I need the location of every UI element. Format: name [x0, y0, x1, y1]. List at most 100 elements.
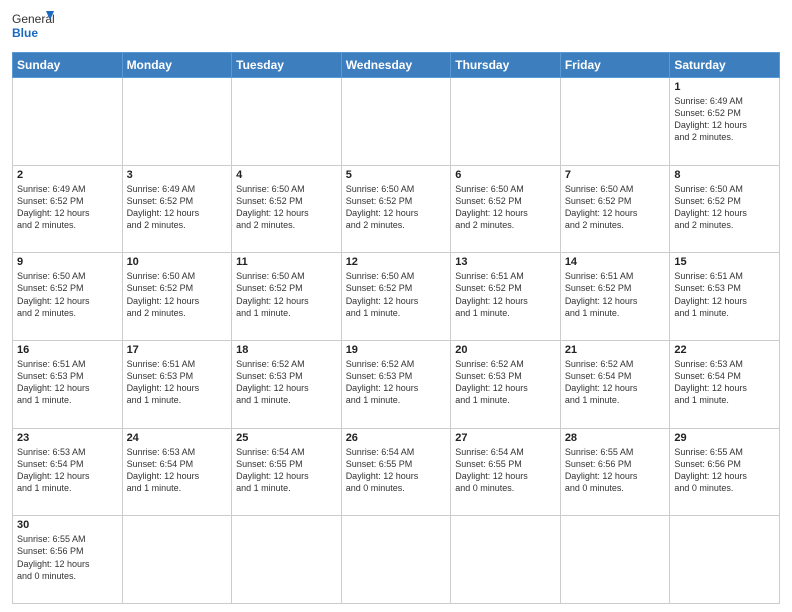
day-number: 12: [346, 256, 447, 268]
calendar-cell: 14 Sunrise: 6:51 AM Sunset: 6:52 PM Dayli…: [560, 253, 670, 341]
day-info: Sunrise: 6:52 AM Sunset: 6:53 PM Dayligh…: [346, 358, 447, 407]
calendar-cell: 6Sunrise: 6:50 AM Sunset: 6:52 PM Daylig…: [451, 165, 561, 253]
day-number: 24: [127, 432, 228, 444]
day-info: Sunrise: 6:50 AM Sunset: 6:52 PM Dayligh…: [127, 270, 228, 319]
day-number: 4: [236, 169, 337, 181]
day-info: Sunrise: 6:55 AM Sunset: 6:56 PM Dayligh…: [565, 446, 666, 495]
weekday-header-row: SundayMondayTuesdayWednesdayThursdayFrid…: [13, 53, 780, 78]
calendar-cell: [560, 516, 670, 604]
calendar-cell: 12 Sunrise: 6:50 AM Sunset: 6:52 PM Dayli…: [341, 253, 451, 341]
calendar-table: SundayMondayTuesdayWednesdayThursdayFrid…: [12, 52, 780, 604]
calendar-cell: 15Sunrise: 6:51 AM Sunset: 6:53 PM Dayli…: [670, 253, 780, 341]
calendar-week-1: 1 Sunrise: 6:49 AM Sunset: 6:52 PM Daylig…: [13, 78, 780, 166]
calendar-cell: [670, 516, 780, 604]
day-info: Sunrise: 6:49 AM Sunset: 6:52 PM Dayligh…: [674, 95, 775, 144]
calendar-cell: 17 Sunrise: 6:51 AM Sunset: 6:53 PM Dayli…: [122, 340, 232, 428]
calendar-cell: 23Sunrise: 6:53 AM Sunset: 6:54 PM Dayli…: [13, 428, 123, 516]
day-info: Sunrise: 6:51 AM Sunset: 6:52 PM Dayligh…: [565, 270, 666, 319]
day-info: Sunrise: 6:50 AM Sunset: 6:52 PM Dayligh…: [236, 183, 337, 232]
calendar-cell: 16Sunrise: 6:51 AM Sunset: 6:53 PM Dayli…: [13, 340, 123, 428]
calendar-cell: 20Sunrise: 6:52 AM Sunset: 6:53 PM Dayli…: [451, 340, 561, 428]
generalblue-logo-icon: General Blue: [12, 10, 54, 44]
calendar-cell: 26 Sunrise: 6:54 AM Sunset: 6:55 PM Dayli…: [341, 428, 451, 516]
day-number: 30: [17, 519, 118, 531]
calendar-cell: 9 Sunrise: 6:50 AM Sunset: 6:52 PM Daylig…: [13, 253, 123, 341]
day-number: 17: [127, 344, 228, 356]
calendar-cell: 21Sunrise: 6:52 AM Sunset: 6:54 PM Dayli…: [560, 340, 670, 428]
calendar-cell: 30 Sunrise: 6:55 AM Sunset: 6:56 PM Dayli…: [13, 516, 123, 604]
day-number: 2: [17, 169, 118, 181]
day-info: Sunrise: 6:49 AM Sunset: 6:52 PM Dayligh…: [17, 183, 118, 232]
calendar-cell: [451, 516, 561, 604]
day-number: 6: [455, 169, 556, 181]
day-number: 27: [455, 432, 556, 444]
calendar-cell: 18 Sunrise: 6:52 AM Sunset: 6:53 PM Dayli…: [232, 340, 342, 428]
calendar-cell: [232, 78, 342, 166]
day-info: Sunrise: 6:52 AM Sunset: 6:53 PM Dayligh…: [236, 358, 337, 407]
day-number: 5: [346, 169, 447, 181]
day-info: Sunrise: 6:53 AM Sunset: 6:54 PM Dayligh…: [127, 446, 228, 495]
calendar-cell: 25Sunrise: 6:54 AM Sunset: 6:55 PM Dayli…: [232, 428, 342, 516]
day-info: Sunrise: 6:50 AM Sunset: 6:52 PM Dayligh…: [565, 183, 666, 232]
day-number: 13: [455, 256, 556, 268]
calendar-cell: 28 Sunrise: 6:55 AM Sunset: 6:56 PM Dayli…: [560, 428, 670, 516]
header: General Blue: [12, 10, 780, 44]
day-info: Sunrise: 6:51 AM Sunset: 6:53 PM Dayligh…: [127, 358, 228, 407]
day-info: Sunrise: 6:54 AM Sunset: 6:55 PM Dayligh…: [236, 446, 337, 495]
day-number: 19: [346, 344, 447, 356]
day-info: Sunrise: 6:51 AM Sunset: 6:52 PM Dayligh…: [455, 270, 556, 319]
day-info: Sunrise: 6:53 AM Sunset: 6:54 PM Dayligh…: [674, 358, 775, 407]
day-number: 8: [674, 169, 775, 181]
day-number: 16: [17, 344, 118, 356]
calendar-cell: 22Sunrise: 6:53 AM Sunset: 6:54 PM Dayli…: [670, 340, 780, 428]
weekday-sunday: Sunday: [13, 53, 123, 78]
day-number: 7: [565, 169, 666, 181]
weekday-tuesday: Tuesday: [232, 53, 342, 78]
day-info: Sunrise: 6:54 AM Sunset: 6:55 PM Dayligh…: [346, 446, 447, 495]
calendar-cell: 7 Sunrise: 6:50 AM Sunset: 6:52 PM Daylig…: [560, 165, 670, 253]
calendar-cell: 29 Sunrise: 6:55 AM Sunset: 6:56 PM Dayli…: [670, 428, 780, 516]
calendar-cell: 19 Sunrise: 6:52 AM Sunset: 6:53 PM Dayli…: [341, 340, 451, 428]
calendar-cell: 11Sunrise: 6:50 AM Sunset: 6:52 PM Dayli…: [232, 253, 342, 341]
day-info: Sunrise: 6:54 AM Sunset: 6:55 PM Dayligh…: [455, 446, 556, 495]
calendar-cell: 4 Sunrise: 6:50 AM Sunset: 6:52 PM Daylig…: [232, 165, 342, 253]
calendar-week-2: 2 Sunrise: 6:49 AM Sunset: 6:52 PM Daylig…: [13, 165, 780, 253]
calendar-cell: [451, 78, 561, 166]
calendar-cell: [13, 78, 123, 166]
day-info: Sunrise: 6:50 AM Sunset: 6:52 PM Dayligh…: [17, 270, 118, 319]
calendar-cell: [122, 516, 232, 604]
calendar-cell: [341, 516, 451, 604]
calendar-cell: 3Sunrise: 6:49 AM Sunset: 6:52 PM Daylig…: [122, 165, 232, 253]
weekday-wednesday: Wednesday: [341, 53, 451, 78]
svg-text:Blue: Blue: [12, 26, 38, 40]
page: General Blue SundayMondayTuesdayWednesda…: [0, 0, 792, 612]
day-info: Sunrise: 6:55 AM Sunset: 6:56 PM Dayligh…: [674, 446, 775, 495]
day-number: 14: [565, 256, 666, 268]
calendar-week-3: 9 Sunrise: 6:50 AM Sunset: 6:52 PM Daylig…: [13, 253, 780, 341]
day-number: 3: [127, 169, 228, 181]
day-info: Sunrise: 6:55 AM Sunset: 6:56 PM Dayligh…: [17, 533, 118, 582]
day-number: 9: [17, 256, 118, 268]
calendar-cell: 1 Sunrise: 6:49 AM Sunset: 6:52 PM Daylig…: [670, 78, 780, 166]
calendar-cell: 10Sunrise: 6:50 AM Sunset: 6:52 PM Dayli…: [122, 253, 232, 341]
day-number: 28: [565, 432, 666, 444]
calendar-cell: [232, 516, 342, 604]
calendar-cell: [341, 78, 451, 166]
calendar-week-5: 23Sunrise: 6:53 AM Sunset: 6:54 PM Dayli…: [13, 428, 780, 516]
day-number: 29: [674, 432, 775, 444]
weekday-thursday: Thursday: [451, 53, 561, 78]
day-info: Sunrise: 6:50 AM Sunset: 6:52 PM Dayligh…: [346, 270, 447, 319]
day-number: 26: [346, 432, 447, 444]
calendar-cell: [560, 78, 670, 166]
day-number: 18: [236, 344, 337, 356]
weekday-saturday: Saturday: [670, 53, 780, 78]
calendar-cell: 5 Sunrise: 6:50 AM Sunset: 6:52 PM Daylig…: [341, 165, 451, 253]
day-number: 1: [674, 81, 775, 93]
calendar-week-6: 30 Sunrise: 6:55 AM Sunset: 6:56 PM Dayli…: [13, 516, 780, 604]
day-info: Sunrise: 6:52 AM Sunset: 6:53 PM Dayligh…: [455, 358, 556, 407]
day-info: Sunrise: 6:50 AM Sunset: 6:52 PM Dayligh…: [236, 270, 337, 319]
day-number: 15: [674, 256, 775, 268]
calendar-cell: [122, 78, 232, 166]
weekday-friday: Friday: [560, 53, 670, 78]
day-info: Sunrise: 6:50 AM Sunset: 6:52 PM Dayligh…: [346, 183, 447, 232]
